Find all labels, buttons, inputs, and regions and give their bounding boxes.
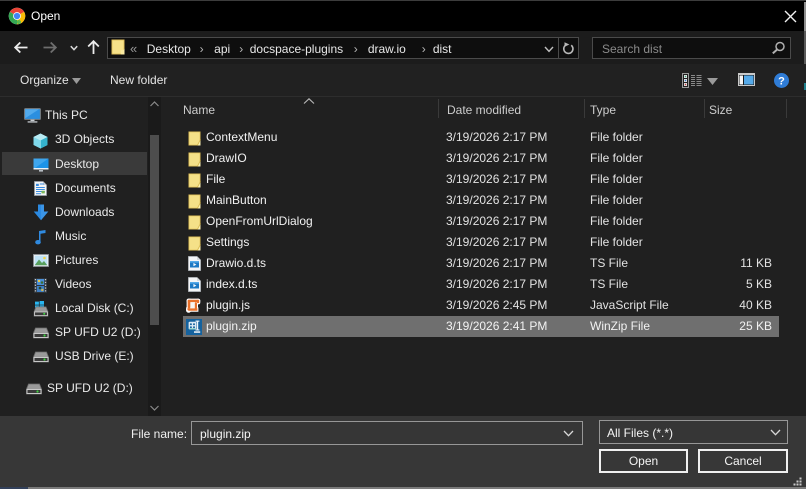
svg-text:?: ? [778,75,785,87]
